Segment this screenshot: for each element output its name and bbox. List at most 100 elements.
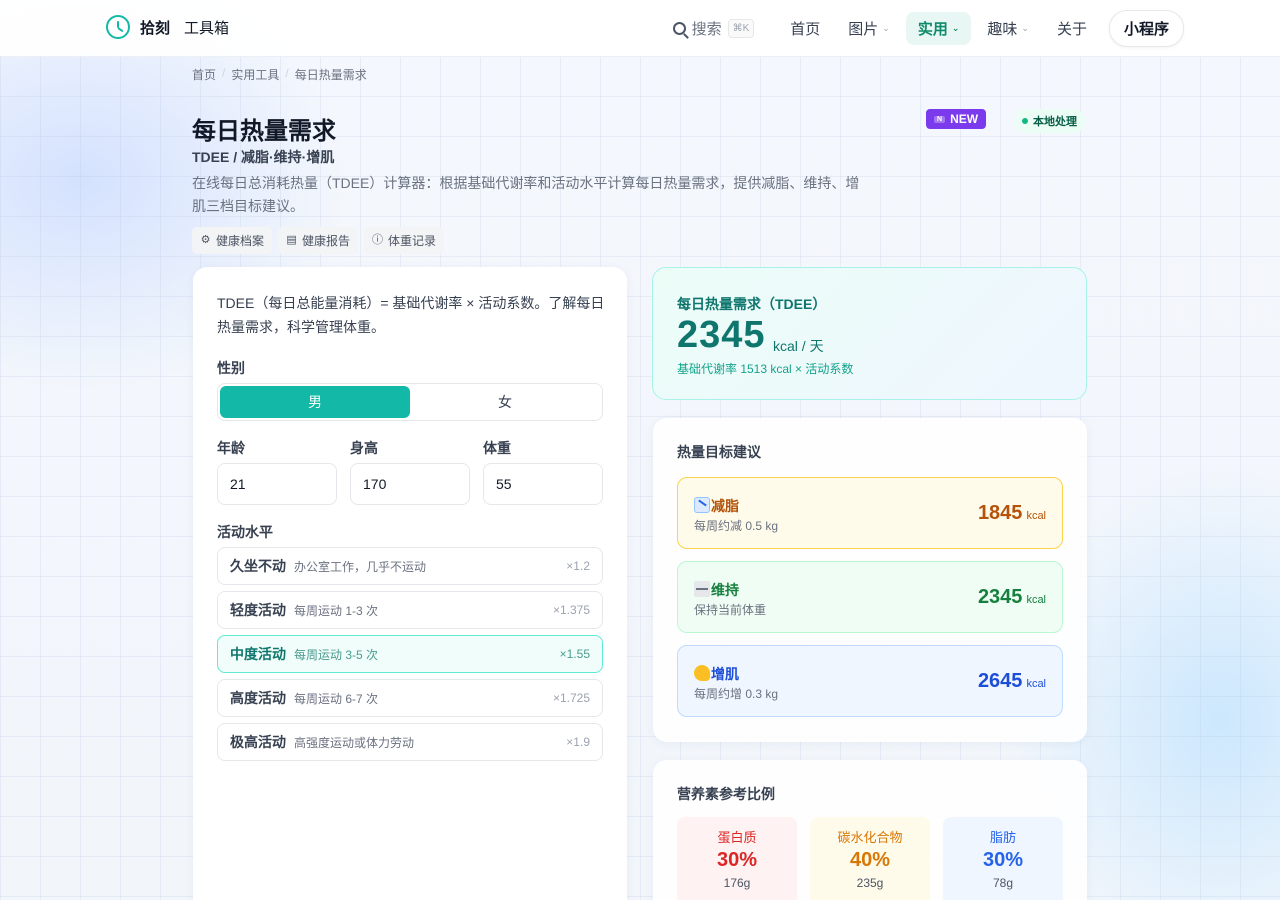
logo[interactable]: 拾刻 工具箱 bbox=[106, 15, 229, 39]
local-processing-badge: 本地处理 bbox=[1014, 109, 1085, 133]
activity-factor: ×1.55 bbox=[559, 647, 590, 661]
nav-fun[interactable]: 趣味 ⌄ bbox=[975, 12, 1041, 45]
chevron-down-icon: ⌄ bbox=[1021, 22, 1029, 33]
goal-suggestions-title: 热量目标建议 bbox=[677, 444, 761, 460]
nutrient-carbs: 碳水化合物 40% 235g bbox=[810, 817, 930, 900]
gender-option-female[interactable]: 女 bbox=[410, 386, 600, 418]
breadcrumb-utility[interactable]: 实用工具 bbox=[231, 66, 279, 83]
scale-icon bbox=[694, 581, 710, 597]
nav-images[interactable]: 图片 ⌄ bbox=[836, 12, 902, 45]
new-badge-label: NEW bbox=[950, 112, 979, 126]
main-nav: 搜索 ⌘K 首页 图片 ⌄ 实用 ⌄ 趣味 ⌄ 关于 小程序 bbox=[672, 9, 1184, 47]
related-tools: ⚙ 健康档案 ▤ 健康报告 ⓘ 体重记录 bbox=[192, 227, 445, 254]
related-weight-log[interactable]: ⓘ 体重记录 bbox=[364, 227, 445, 254]
page-description: 在线每日总消耗热量（TDEE）计算器：根据基础代谢率和活动水平计算每日热量需求，… bbox=[192, 175, 860, 214]
height-input[interactable]: 170 bbox=[350, 463, 470, 505]
nutrient-fat: 脂肪 30% 78g bbox=[943, 817, 1063, 900]
mini-program-button[interactable]: 小程序 bbox=[1108, 9, 1184, 47]
brand-name: 拾刻 bbox=[140, 19, 171, 37]
goal-desc: 每周约增 0.3 kg bbox=[694, 687, 779, 701]
activity-factor: ×1.9 bbox=[566, 735, 590, 749]
activity-option-sedentary[interactable]: 久坐不动 办公室工作，几乎不运动 ×1.2 bbox=[217, 547, 603, 585]
nutrient-grams: 78g bbox=[992, 876, 1014, 890]
related-health-profile[interactable]: ⚙ 健康档案 bbox=[192, 227, 273, 254]
goal-unit: kcal bbox=[1026, 510, 1046, 522]
gender-toggle: 男 女 bbox=[217, 383, 603, 421]
info-icon: ⓘ bbox=[372, 234, 384, 246]
age-input[interactable]: 21 bbox=[217, 463, 337, 505]
new-badge-icon: N bbox=[934, 115, 946, 123]
nutrient-name: 蛋白质 bbox=[717, 830, 757, 845]
goal-desc: 保持当前体重 bbox=[694, 603, 767, 617]
nav-fun-label: 趣味 bbox=[987, 20, 1018, 38]
app-name: 工具箱 bbox=[184, 19, 230, 37]
activity-desc: 每周运动 3-5 次 bbox=[294, 647, 379, 662]
breadcrumb: 首页 / 实用工具 / 每日热量需求 bbox=[192, 66, 367, 83]
gender-label: 性别 bbox=[217, 360, 245, 376]
goal-suggestions-card: 热量目标建议 减脂 每周约减 0.5 kg 1845 kcal 维持 保持当前体重… bbox=[653, 418, 1087, 742]
nav-home[interactable]: 首页 bbox=[778, 12, 832, 45]
weight-label: 体重 bbox=[483, 440, 511, 456]
nav-utility[interactable]: 实用 ⌄ bbox=[905, 11, 972, 45]
nav-about-label: 关于 bbox=[1056, 20, 1087, 38]
search-label: 搜索 bbox=[691, 20, 722, 38]
nutrition-ratio-card: 营养素参考比例 蛋白质 30% 176g 碳水化合物 40% 235g 脂肪 3… bbox=[653, 760, 1087, 900]
activity-factor: ×1.725 bbox=[552, 691, 590, 705]
activity-factor: ×1.375 bbox=[552, 603, 590, 617]
nav-home-label: 首页 bbox=[790, 20, 821, 38]
activity-name: 轻度活动 bbox=[230, 602, 286, 618]
activity-option-light[interactable]: 轻度活动 每周运动 1-3 次 ×1.375 bbox=[217, 591, 603, 629]
related-weight-log-label: 体重记录 bbox=[388, 234, 437, 248]
tdee-title: 每日热量需求（TDEE） bbox=[677, 296, 827, 312]
activity-desc: 每周运动 6-7 次 bbox=[294, 691, 379, 706]
activity-option-high[interactable]: 高度活动 每周运动 6-7 次 ×1.725 bbox=[217, 679, 603, 717]
age-label: 年龄 bbox=[217, 440, 245, 456]
related-health-report-label: 健康报告 bbox=[302, 234, 351, 248]
tdee-result-card: 每日热量需求（TDEE） 2345 kcal / 天 基础代谢率 1513 kc… bbox=[652, 267, 1087, 400]
local-processing-label: 本地处理 bbox=[1033, 116, 1077, 128]
document-icon: ▤ bbox=[286, 234, 297, 246]
activity-name: 极高活动 bbox=[230, 734, 286, 750]
page-title: 每日热量需求 bbox=[192, 118, 336, 145]
activity-option-moderate[interactable]: 中度活动 每周运动 3-5 次 ×1.55 bbox=[217, 635, 603, 673]
flexed-arm-icon bbox=[694, 665, 710, 681]
search-icon bbox=[672, 21, 686, 35]
weight-input[interactable]: 55 bbox=[483, 463, 603, 505]
page-subtitle: TDEE / 减脂·维持·增肌 bbox=[192, 149, 335, 165]
breadcrumb-separator: / bbox=[222, 66, 226, 80]
nav-about[interactable]: 关于 bbox=[1045, 12, 1099, 45]
chart-down-icon bbox=[694, 497, 710, 513]
goal-unit: kcal bbox=[1026, 594, 1046, 606]
nutrient-grams: 176g bbox=[723, 876, 751, 890]
activity-name: 高度活动 bbox=[230, 690, 286, 706]
nutrient-percent: 30% bbox=[716, 849, 758, 871]
goal-name: 减脂 bbox=[711, 498, 739, 514]
goal-value: 2345 bbox=[977, 586, 1023, 608]
goal-value: 1845 bbox=[977, 502, 1023, 524]
nutrient-protein: 蛋白质 30% 176g bbox=[677, 817, 797, 900]
goal-name: 增肌 bbox=[711, 666, 739, 682]
form-intro: TDEE（每日总能量消耗）= 基础代谢率 × 活动系数。了解每日热量需求，科学管… bbox=[217, 295, 605, 335]
goal-value: 2645 bbox=[977, 670, 1023, 692]
tdee-unit: kcal / 天 bbox=[773, 338, 824, 354]
nutrient-name: 脂肪 bbox=[989, 830, 1016, 845]
goal-lose-fat: 减脂 每周约减 0.5 kg 1845 kcal bbox=[677, 477, 1063, 549]
nutrient-percent: 30% bbox=[982, 849, 1024, 871]
gender-option-male[interactable]: 男 bbox=[220, 386, 410, 418]
search-button[interactable]: 搜索 ⌘K bbox=[672, 18, 755, 39]
activity-label: 活动水平 bbox=[217, 524, 273, 540]
activity-desc: 办公室工作，几乎不运动 bbox=[294, 559, 427, 574]
tdee-value: 2345 bbox=[677, 314, 766, 356]
nutrient-percent: 40% bbox=[849, 849, 891, 871]
breadcrumb-home[interactable]: 首页 bbox=[192, 66, 216, 83]
activity-option-extreme[interactable]: 极高活动 高强度运动或体力劳动 ×1.9 bbox=[217, 723, 603, 761]
activity-name: 久坐不动 bbox=[230, 558, 286, 574]
gear-icon: ⚙ bbox=[200, 234, 211, 246]
activity-desc: 高强度运动或体力劳动 bbox=[294, 735, 415, 750]
related-health-report[interactable]: ▤ 健康报告 bbox=[278, 227, 359, 254]
clock-logo-icon bbox=[106, 15, 130, 39]
goal-gain-muscle: 增肌 每周约增 0.3 kg 2645 kcal bbox=[677, 645, 1063, 717]
goal-unit: kcal bbox=[1026, 678, 1046, 690]
activity-desc: 每周运动 1-3 次 bbox=[294, 603, 379, 618]
search-shortcut: ⌘K bbox=[727, 18, 755, 38]
